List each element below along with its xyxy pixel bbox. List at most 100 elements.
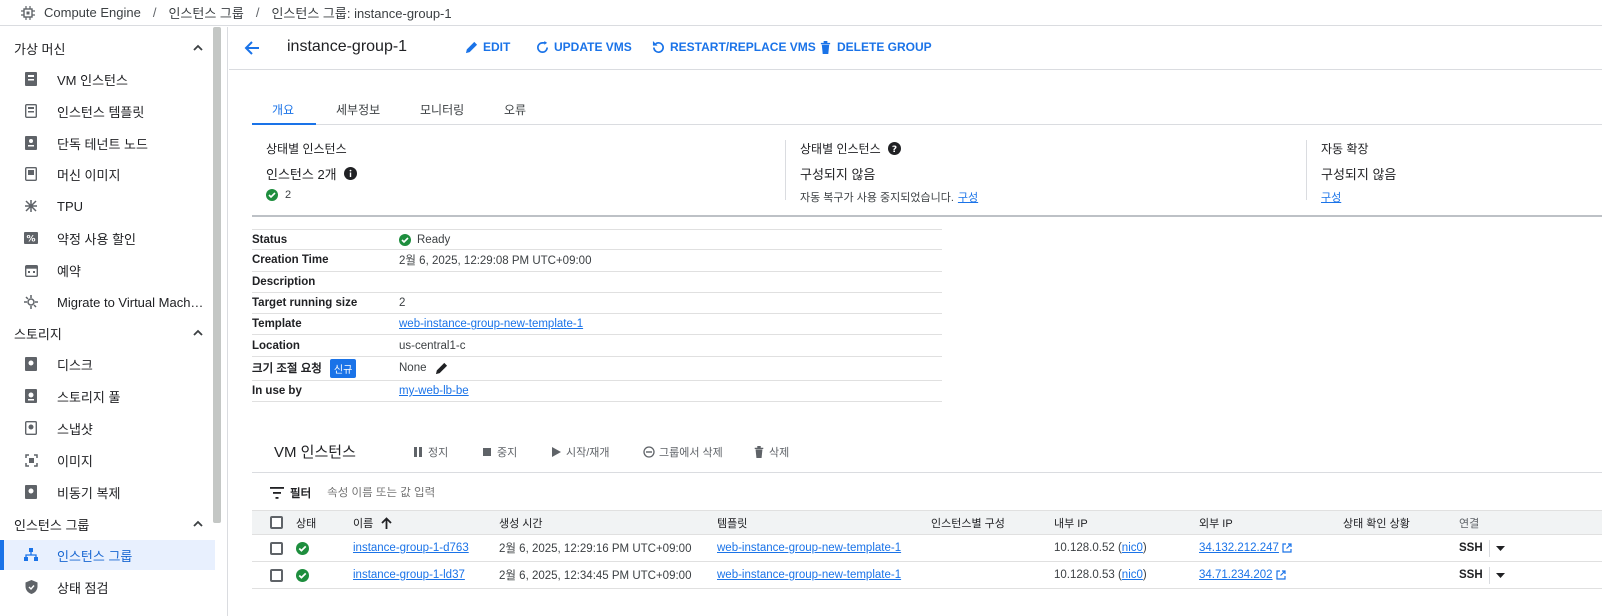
stop-button[interactable]: 중지: [481, 444, 517, 460]
sidebar-item-health-checks[interactable]: 상태 점검: [0, 572, 215, 602]
external-ip-link[interactable]: 34.71.234.202: [1199, 569, 1273, 581]
caret-down-icon[interactable]: [1495, 572, 1505, 578]
sidebar-item-label: 스토리지 풀: [57, 389, 121, 405]
ssh-button[interactable]: SSH: [1459, 542, 1483, 554]
back-button[interactable]: [241, 37, 263, 59]
sidebar-section-vm[interactable]: 가상 머신: [14, 38, 204, 58]
sidebar-item-reservations[interactable]: 예약: [0, 255, 215, 285]
stop-button-label: 중지: [497, 447, 518, 459]
delete-instance-label: 삭제: [769, 447, 790, 459]
sidebar-item-async-replication[interactable]: 비동기 복제: [0, 477, 215, 507]
sidebar-item-instance-groups[interactable]: 인스턴스 그룹: [0, 540, 215, 570]
select-all-checkbox-cell[interactable]: [270, 511, 283, 534]
ssh-button[interactable]: SSH: [1459, 569, 1483, 581]
sidebar-item-snapshots[interactable]: 스냅샷: [0, 413, 215, 443]
column-per-instance-config[interactable]: 인스턴스별 구성: [931, 511, 1005, 534]
instance-name-link[interactable]: instance-group-1-ld37: [353, 562, 465, 588]
sidebar-item-storage-pools[interactable]: 스토리지 풀: [0, 381, 215, 411]
column-internal-ip[interactable]: 내부 IP: [1054, 511, 1088, 534]
in-use-by-link[interactable]: my-web-lb-be: [399, 385, 469, 397]
sidebar-item-images[interactable]: 이미지: [0, 445, 215, 475]
status-text: Ready: [417, 233, 451, 246]
breadcrumb-instance-groups[interactable]: 인스턴스 그룹: [168, 3, 243, 22]
trash-icon: [820, 40, 831, 54]
vm-icon: [24, 72, 38, 86]
instance-external-ip: 34.132.212.247: [1199, 535, 1292, 561]
info-icon[interactable]: [343, 167, 357, 180]
template-link[interactable]: web-instance-group-new-template-1: [399, 318, 583, 330]
sidebar-item-disks[interactable]: 디스크: [0, 349, 215, 379]
instance-name-link[interactable]: instance-group-1-d763: [353, 535, 469, 561]
delete-group-button[interactable]: DELETE GROUP: [819, 40, 932, 54]
instance-template-link[interactable]: web-instance-group-new-template-1: [717, 562, 901, 588]
tab-monitoring[interactable]: 모니터링: [420, 101, 464, 118]
instance-template-link[interactable]: web-instance-group-new-template-1: [717, 535, 901, 561]
sidebar-item-label: 머신 이미지: [57, 167, 121, 183]
column-name[interactable]: 이름: [353, 511, 392, 534]
sidebar-item-instance-templates[interactable]: 인스턴스 템플릿: [0, 96, 215, 126]
select-all-checkbox[interactable]: [270, 516, 283, 529]
restart-replace-vms-button[interactable]: RESTART/REPLACE VMS: [652, 40, 816, 54]
sidebar-item-machine-images[interactable]: 머신 이미지: [0, 159, 215, 189]
delete-instance-button[interactable]: 삭제: [753, 444, 789, 460]
open-in-new-icon[interactable]: [1275, 570, 1286, 580]
configure-autoscaling-link[interactable]: 구성: [1321, 189, 1341, 205]
autohealing-note: 자동 복구가 사용 중지되었습니다.: [800, 192, 954, 204]
instances-by-status-card: 상태별 인스턴스 인스턴스 2개 2: [266, 140, 357, 201]
column-health-check[interactable]: 상태 확인 상황: [1343, 511, 1410, 534]
column-created[interactable]: 생성 시간: [499, 511, 543, 534]
play-icon: [552, 447, 561, 457]
detail-row-resize-requests: 크기 조절 요청 신규 None: [252, 357, 942, 381]
row-checkbox[interactable]: [270, 541, 283, 555]
tab-errors[interactable]: 오류: [504, 101, 526, 118]
remove-from-group-button[interactable]: 그룹에서 삭제: [643, 444, 723, 460]
sidebar-item-sole-tenant-nodes[interactable]: 단독 테넌트 노드: [0, 128, 215, 158]
sidebar-item-label: TPU: [57, 198, 83, 214]
detail-key-text: 크기 조절 요청: [252, 363, 322, 376]
details-table: Status Ready Creation Time 2월 6, 2025, 1…: [252, 229, 942, 403]
tab-overview[interactable]: 개요: [272, 101, 294, 118]
column-external-ip[interactable]: 외부 IP: [1199, 511, 1233, 534]
edit-button[interactable]: EDIT: [465, 40, 510, 54]
column-status[interactable]: 상태: [296, 511, 316, 534]
caret-down-icon[interactable]: [1495, 545, 1505, 551]
sidebar-item-tpu[interactable]: TPU: [0, 191, 215, 221]
check-circle-icon: [296, 541, 309, 555]
connect-cell: SSH: [1459, 562, 1505, 588]
column-template[interactable]: 템플릿: [717, 511, 747, 534]
nic-link[interactable]: nic0: [1122, 569, 1143, 581]
card-value: 구성되지 않음: [800, 167, 876, 182]
pencil-icon[interactable]: [435, 362, 448, 375]
external-ip-link[interactable]: 34.132.212.247: [1199, 542, 1279, 554]
storage-pool-icon: [24, 389, 38, 403]
pause-button[interactable]: 정지: [412, 444, 448, 460]
sort-arrow-up-icon: [381, 516, 392, 529]
row-status: [296, 562, 309, 588]
update-vms-button[interactable]: UPDATE VMS: [536, 40, 632, 54]
sidebar-section-storage[interactable]: 스토리지: [14, 323, 204, 343]
sidebar-item-committed-use[interactable]: % 약정 사용 할인: [0, 223, 215, 253]
image-icon: [24, 453, 38, 467]
table-row: instance-group-1-d763 2월 6, 2025, 12:29:…: [252, 535, 1602, 562]
card-sub: 구성: [1321, 189, 1396, 205]
sidebar-item-label: 이미지: [57, 453, 93, 469]
sidebar-item-migrate[interactable]: Migrate to Virtual Mach…: [0, 287, 215, 317]
detail-row-location: Location us-central1-c: [252, 335, 942, 357]
breadcrumb-compute-engine[interactable]: Compute Engine: [44, 5, 141, 20]
row-checkbox[interactable]: [270, 568, 283, 582]
health-check-icon: [24, 580, 38, 594]
tab-details[interactable]: 세부정보: [336, 101, 380, 118]
start-resume-button[interactable]: 시작/재개: [550, 444, 610, 460]
card-label: 자동 확장: [1321, 142, 1369, 156]
sidebar-item-vm-instances[interactable]: VM 인스턴스: [0, 64, 215, 94]
row-checkbox-cell[interactable]: [270, 562, 283, 588]
row-checkbox-cell[interactable]: [270, 535, 283, 561]
nic-link[interactable]: nic0: [1122, 542, 1143, 554]
open-in-new-icon[interactable]: [1282, 543, 1292, 553]
sidebar-section-instance-groups[interactable]: 인스턴스 그룹: [14, 514, 204, 534]
pencil-icon: [465, 41, 478, 53]
page-title: instance-group-1: [287, 38, 408, 55]
help-icon[interactable]: ?: [887, 142, 901, 155]
configure-autohealing-link[interactable]: 구성: [958, 189, 978, 205]
filter-input[interactable]: [327, 487, 628, 499]
